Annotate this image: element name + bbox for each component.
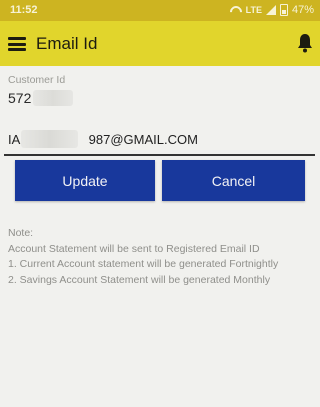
customer-id-value: 572 bbox=[8, 90, 32, 106]
notes-line: 1. Current Account statement will be gen… bbox=[8, 258, 279, 271]
customer-id-label: Customer Id bbox=[8, 74, 66, 86]
redacted-customer-id bbox=[33, 90, 73, 106]
app-bar: Email Id bbox=[0, 21, 320, 66]
hamburger-menu-icon[interactable] bbox=[8, 37, 26, 51]
bell-icon[interactable] bbox=[297, 33, 313, 53]
status-time: 11:52 bbox=[10, 4, 38, 16]
email-suffix: 987@GMAIL.COM bbox=[88, 132, 198, 147]
cancel-button[interactable]: Cancel bbox=[162, 160, 305, 201]
signal-icon bbox=[265, 5, 276, 15]
page-title: Email Id bbox=[36, 34, 98, 53]
battery-icon bbox=[279, 4, 288, 16]
battery-percent: 47% bbox=[291, 4, 314, 16]
status-bar: 11:52 LTE 47% bbox=[0, 0, 320, 21]
redacted-email bbox=[21, 130, 78, 148]
notes-section: Note: Account Statement will be sent to … bbox=[8, 226, 278, 288]
wifi-icon bbox=[230, 4, 242, 16]
status-icons: LTE 47% bbox=[230, 4, 314, 16]
notes-line: 2. Savings Account Statement will be gen… bbox=[8, 273, 271, 286]
email-field-underline bbox=[4, 154, 315, 156]
update-button[interactable]: Update bbox=[15, 160, 155, 201]
network-type: LTE bbox=[245, 5, 262, 15]
notes-heading: Note: bbox=[8, 227, 34, 239]
notes-line: Account Statement will be sent to Regist… bbox=[8, 242, 260, 255]
